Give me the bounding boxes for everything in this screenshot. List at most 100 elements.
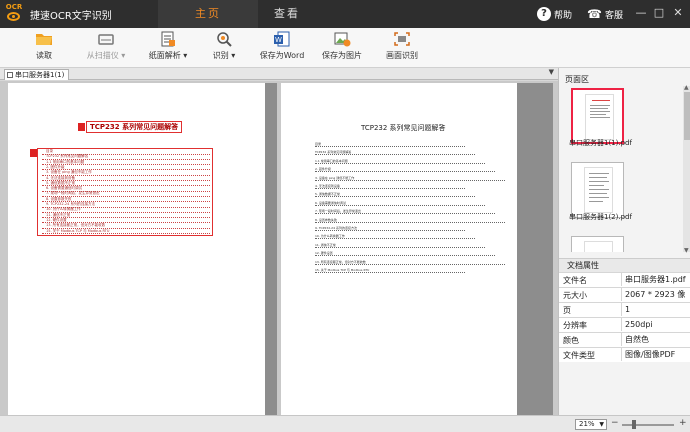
property-key: 颜色 — [563, 336, 579, 345]
result-page[interactable]: TCP232 系列常见问题解答 目录 TCP232 系列常见问题解答 1.1 常用串… — [281, 83, 517, 415]
recognized-leader-line — [315, 204, 485, 206]
thumbnail-scrollbar[interactable]: ▲ ▼ — [683, 84, 690, 254]
property-row: 文件名 串口服务器1.pdf — [559, 272, 690, 287]
region-marker-icon — [78, 123, 85, 131]
property-row: 页1 — [559, 302, 690, 317]
scrollbar-thumb[interactable] — [684, 92, 690, 140]
thumbnail-1-caption: 串口服务器1(1).pdf — [569, 139, 632, 147]
help-label: 帮助 — [554, 10, 573, 21]
tab-view[interactable]: 查看 — [262, 0, 312, 28]
thumbnail-list[interactable]: 串口服务器1(1).pdf 串口服务器1(2).pdf — [559, 86, 683, 252]
phone-icon: ☎ — [587, 7, 602, 21]
open-label: 读取 — [36, 51, 52, 60]
svg-text:W: W — [275, 36, 282, 44]
recognize-icon — [217, 32, 232, 47]
thumbnail-2[interactable] — [571, 162, 624, 218]
property-row: 颜色 自然色 — [559, 332, 690, 347]
property-key: 元大小 — [563, 291, 587, 300]
property-row: 分辨率 250dpi — [559, 317, 690, 332]
recognized-leader-line — [315, 221, 505, 223]
zoom-slider-handle[interactable] — [632, 420, 636, 429]
page-gutter — [265, 83, 277, 415]
document-properties-header: 文档属性 — [559, 258, 690, 272]
recognized-leader-line — [315, 196, 475, 198]
eye-icon — [7, 12, 20, 21]
thumbnail-3[interactable] — [571, 236, 624, 252]
scanner-icon — [98, 34, 114, 45]
recognized-leader-line — [315, 162, 485, 164]
app-logo: OCR — [4, 3, 24, 25]
page-analysis-button[interactable]: 纸面解析 ▾ — [144, 31, 192, 67]
question-icon: ? — [537, 7, 551, 21]
status-bar: 21% ▼ − + — [0, 415, 690, 432]
save-word-label: 保存为Word — [259, 51, 305, 60]
recognized-leader-line — [315, 255, 495, 257]
service-button[interactable]: ☎ 客服 — [587, 6, 623, 22]
original-page-title: TCP232 系列常见问题解答 — [86, 121, 183, 133]
screen-capture-button[interactable]: 画面识别 — [380, 31, 424, 67]
recognized-leader-line — [315, 238, 475, 240]
property-value: 2067 * 2923 像素 — [621, 288, 690, 313]
screen-capture-icon — [394, 32, 410, 46]
open-button[interactable]: 读取 — [24, 31, 64, 67]
document-tab-strip: 串口服务器1(1) ▼ — [0, 68, 558, 80]
property-value: 自然色 — [621, 333, 649, 346]
save-image-label: 保存为图片 — [322, 51, 362, 60]
zoom-out-button[interactable]: − — [611, 418, 619, 428]
recognized-leader-line — [315, 146, 465, 147]
zoom-select[interactable]: 21% ▼ — [575, 419, 607, 430]
save-word-button[interactable]: W 保存为Word — [258, 31, 306, 67]
property-value: 250dpi — [621, 318, 653, 331]
scan-label: 从扫描仪 ▾ — [86, 51, 126, 60]
thumbnail-page — [584, 167, 613, 213]
recognized-leader-line — [315, 213, 495, 215]
recognized-leader-line — [315, 179, 505, 181]
property-key: 文件类型 — [563, 351, 595, 360]
chevron-down-icon: ▼ — [599, 421, 604, 428]
tab-dropdown-icon[interactable]: ▼ — [549, 68, 554, 76]
scroll-up-icon[interactable]: ▲ — [684, 84, 689, 91]
recognized-leader-line — [315, 272, 465, 273]
thumbnail-2-caption: 串口服务器1(2).pdf — [569, 213, 632, 221]
logo-text: OCR — [5, 3, 23, 11]
scan-button[interactable]: 从扫描仪 ▾ — [82, 31, 130, 67]
screen-capture-label: 画面识别 — [386, 51, 418, 60]
service-label: 客服 — [604, 10, 623, 21]
recognized-leader-line — [315, 230, 465, 231]
document-tab[interactable]: 串口服务器1(1) — [4, 69, 70, 80]
minimize-button[interactable]: — — [634, 6, 648, 19]
app-title: 捷速OCR文字识别 — [30, 11, 112, 22]
help-button[interactable]: ? 帮助 — [537, 6, 572, 22]
zoom-value: 21% — [579, 420, 595, 428]
scroll-down-icon[interactable]: ▼ — [684, 247, 689, 254]
thumbnail-1[interactable] — [571, 88, 624, 144]
toc-leader-line — [42, 217, 210, 219]
region-marker-icon — [30, 149, 37, 157]
property-value: 图像/图像PDF — [621, 348, 675, 361]
save-image-button[interactable]: 保存为图片 — [320, 31, 364, 67]
page-analysis-icon — [161, 31, 175, 47]
property-key: 文件名 — [563, 276, 587, 285]
zoom-slider[interactable] — [622, 424, 674, 426]
document-icon — [7, 72, 13, 78]
zoom-in-button[interactable]: + — [679, 418, 687, 428]
property-row: 文件类型 图像/图像PDF — [559, 347, 690, 362]
recognize-button[interactable]: 识别 ▾ — [206, 31, 242, 67]
close-button[interactable]: ✕ — [671, 6, 685, 19]
maximize-button[interactable]: □ — [652, 6, 666, 19]
toc-leader-line — [42, 164, 210, 166]
tab-home[interactable]: 主页 — [158, 0, 258, 28]
word-icon: W — [274, 31, 290, 47]
page-gutter-right — [517, 83, 553, 415]
recognized-leader-line — [315, 263, 505, 265]
page-area-label: 页面区 — [565, 75, 589, 84]
original-page[interactable]: TCP232 系列常见问题解答 目录 TCP232 系列常见问题解答 1.1 常用串… — [8, 83, 265, 415]
recognition-region[interactable]: 目录 TCP232 系列常见问题解答 1.1 常用串口的基本问题 2. 固件升级 3. … — [37, 148, 213, 236]
recognized-leader-line — [315, 246, 485, 248]
document-view[interactable]: TCP232 系列常见问题解答 目录 TCP232 系列常见问题解答 1.1 常用串… — [0, 81, 558, 415]
property-value: 串口服务器1.pdf — [621, 273, 686, 286]
property-key: 页 — [563, 306, 571, 315]
title-bar: OCR 捷速OCR文字识别 主页 查看 ? 帮助 ☎ 客服 — □ ✕ — [0, 0, 690, 28]
main-toolbar: 读取 从扫描仪 ▾ 纸面解析 ▾ 识别 ▾ W 保存为Word 保存为图片 画面… — [0, 28, 690, 68]
thumbnail-page — [585, 94, 614, 140]
